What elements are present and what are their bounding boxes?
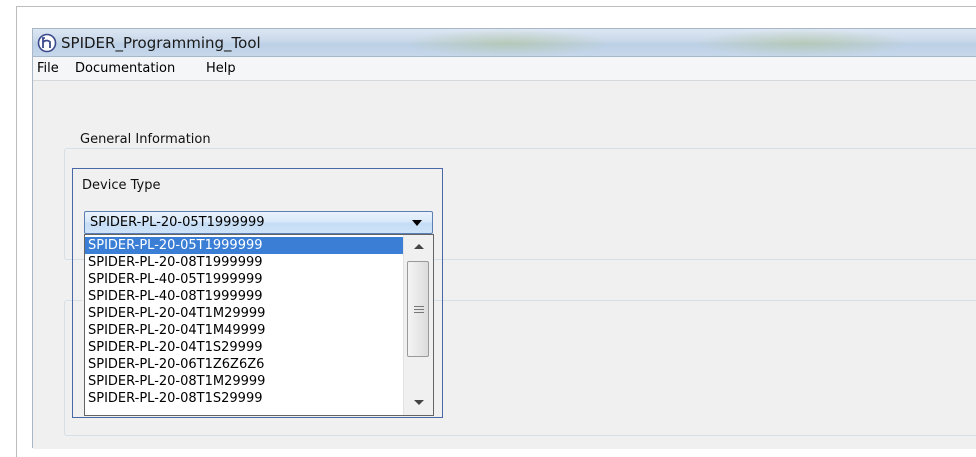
dropdown-option[interactable]: SPIDER-PL-20-04T1M29999 [85, 305, 403, 322]
window-title: SPIDER_Programming_Tool [61, 34, 261, 52]
dropdown-option[interactable]: SPIDER-PL-20-04T1M49999 [85, 322, 403, 339]
dropdown-option[interactable]: SPIDER-PL-40-08T1999999 [85, 288, 403, 305]
dropdown-option[interactable]: SPIDER-PL-20-08T1S29999 [85, 390, 403, 407]
title-bar-glow [403, 29, 613, 56]
device-type-label: Device Type [82, 178, 161, 193]
dropdown-option[interactable]: SPIDER-PL-20-08T1M29999 [85, 373, 403, 390]
general-information-title: General Information [76, 132, 215, 147]
dropdown-option[interactable]: SPIDER-PL-20-08T1999999 [85, 254, 403, 271]
menu-documentation[interactable]: Documentation [75, 61, 175, 76]
chevron-down-icon[interactable] [412, 220, 422, 226]
dropdown-option[interactable]: SPIDER-PL-20-06T1Z6Z6Z6 [85, 356, 403, 373]
scrollbar-thumb[interactable] [407, 261, 429, 357]
device-type-dropdown-list[interactable]: SPIDER-PL-20-05T1999999 SPIDER-PL-20-08T… [84, 234, 434, 416]
title-bar-glow [693, 29, 913, 56]
app-logo-icon[interactable] [37, 33, 57, 53]
menu-bar: File Documentation Help [33, 57, 976, 81]
menu-help[interactable]: Help [206, 61, 236, 76]
dropdown-option[interactable]: SPIDER-PL-40-05T1999999 [85, 271, 403, 288]
device-type-combobox[interactable]: SPIDER-PL-20-05T1999999 [84, 211, 433, 234]
grip-icon [414, 306, 424, 313]
dropdown-option[interactable]: SPIDER-PL-20-04T1S29999 [85, 339, 403, 356]
scroll-down-arrow-icon[interactable] [408, 393, 430, 411]
scroll-up-arrow-icon[interactable] [408, 238, 430, 256]
dropdown-option[interactable]: SPIDER-PL-20-05T1999999 [85, 237, 403, 254]
device-type-selected-value: SPIDER-PL-20-05T1999999 [90, 215, 265, 230]
title-bar[interactable]: SPIDER_Programming_Tool [33, 29, 976, 57]
menu-file[interactable]: File [37, 61, 59, 76]
dropdown-scrollbar[interactable] [403, 235, 433, 415]
